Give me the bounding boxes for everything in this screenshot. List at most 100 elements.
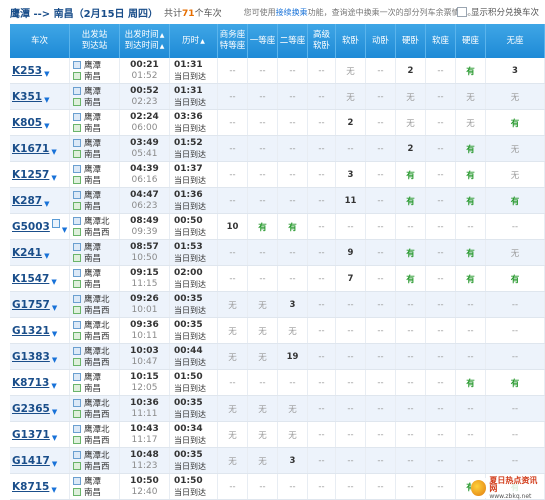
seat-soft-seat: -- xyxy=(426,266,456,291)
chevron-down-icon[interactable]: ▼ xyxy=(52,330,57,338)
train-number-link[interactable]: K1671 xyxy=(12,143,49,155)
destination-station-icon xyxy=(73,280,81,288)
table-row[interactable]: G1383 ▼ 鹰潭北 南昌西 10:03 10:47 00:44 当日到达无无 19 -- -- -… xyxy=(10,344,545,370)
table-row[interactable]: K351 ▼ 鹰潭 南昌 00:52 02:23 01:31 当日到达 -- -- -- -- 无 -- 无… xyxy=(10,84,545,110)
duration-value: 01:31 xyxy=(174,85,203,96)
seat-advanced-soft-sleeper: -- xyxy=(308,214,336,239)
table-row[interactable]: G1321 ▼ 鹰潭北 南昌西 09:36 10:11 00:35 当日到达无无无 -- -- --… xyxy=(10,318,545,344)
table-row[interactable]: K1671 ▼ 鹰潭 南昌 03:49 05:41 01:52 当日到达 -- -- -- -- -- -… xyxy=(10,136,545,162)
table-row[interactable]: K253 ▼ 鹰潭 南昌 00:21 01:52 01:31 当日到达 -- -- -- -- 无 -- 2… xyxy=(10,58,545,84)
train-number-link[interactable]: G1757 xyxy=(12,299,50,311)
chevron-down-icon[interactable]: ▼ xyxy=(52,356,57,364)
arrival-note: 当日到达 xyxy=(174,149,206,159)
seat-first-class: -- xyxy=(248,188,278,213)
chevron-down-icon[interactable]: ▼ xyxy=(44,96,49,104)
train-number-link[interactable]: G1321 xyxy=(12,325,50,337)
chevron-down-icon[interactable]: ▼ xyxy=(44,122,49,130)
arrival-note: 当日到达 xyxy=(174,253,206,263)
destination-station-icon xyxy=(73,306,81,314)
train-number-link[interactable]: K253 xyxy=(12,65,42,77)
duration-value: 00:34 xyxy=(174,423,203,434)
chevron-down-icon[interactable]: ▼ xyxy=(62,226,67,234)
seat-soft-seat: -- xyxy=(426,448,456,473)
seat-soft-sleeper: 9 xyxy=(336,240,366,265)
duration-cell: 01:31 当日到达 xyxy=(170,58,218,83)
seat-soft-seat: -- xyxy=(426,370,456,395)
train-number-link[interactable]: K1257 xyxy=(12,169,49,181)
transfer-tip: 您可使用接续换乘功能，查询途中换乘一次的部分列车余票情况。 xyxy=(243,7,476,17)
seat-first-class: 无 xyxy=(248,448,278,473)
departure-time: 10:48 xyxy=(130,449,159,460)
chevron-down-icon[interactable]: ▼ xyxy=(51,382,56,390)
seat-hard-sleeper: 有 xyxy=(396,162,426,187)
table-row[interactable]: G5003 ▼ 鹰潭北 南昌西 08:49 09:39 00:50 当日到达 10 有有 -- -- -… xyxy=(10,214,545,240)
train-number-link[interactable]: G5003 xyxy=(12,221,50,233)
times-cell: 08:57 10:50 xyxy=(120,240,170,265)
train-number-link[interactable]: K351 xyxy=(12,91,42,103)
table-row[interactable]: K287 ▼ 鹰潭 南昌 04:47 06:23 01:36 当日到达 -- -- -- -- 11 --… xyxy=(10,188,545,214)
table-row[interactable]: K805 ▼ 鹰潭 南昌 02:24 06:00 03:36 当日到达 -- -- -- -- 2 -- 无… xyxy=(10,110,545,136)
chevron-down-icon[interactable]: ▼ xyxy=(52,304,57,312)
seat-no-seat: 有 xyxy=(486,188,545,213)
table-row[interactable]: G1371 ▼ 鹰潭北 南昌西 10:43 11:17 00:34 当日到达无无无 -- -- --… xyxy=(10,422,545,448)
train-number-link[interactable]: K241 xyxy=(12,247,42,259)
table-row[interactable]: G2365 ▼ 鹰潭北 南昌西 10:36 11:11 00:35 当日到达无无无 -- -- --… xyxy=(10,396,545,422)
train-number-link[interactable]: G1371 xyxy=(12,429,50,441)
transfer-link[interactable]: 接续换乘 xyxy=(276,8,308,17)
chevron-down-icon[interactable]: ▼ xyxy=(51,148,56,156)
seat-bullet-sleeper: -- xyxy=(366,214,396,239)
points-toggle[interactable]: 显示积分兑换车次 xyxy=(456,6,539,18)
table-row[interactable]: K8715 ▼ 鹰潭 南昌 10:50 12:40 01:50 当日到达 -- -- -- -- -- -… xyxy=(10,474,545,500)
train-number-link[interactable]: G1417 xyxy=(12,455,50,467)
chevron-down-icon[interactable]: ▼ xyxy=(44,252,49,260)
origin-station-icon xyxy=(73,373,81,381)
chevron-down-icon[interactable]: ▼ xyxy=(52,460,57,468)
times-cell: 10:15 12:05 xyxy=(120,370,170,395)
seat-business: 10 xyxy=(218,214,248,239)
stations-cell: 鹰潭北 南昌西 xyxy=(70,344,120,369)
duration-cell: 01:37 当日到达 xyxy=(170,162,218,187)
arrival-note: 当日到达 xyxy=(174,123,206,133)
table-row[interactable]: G1757 ▼ 鹰潭北 南昌西 09:26 10:01 00:35 当日到达无无 3 -- -- --… xyxy=(10,292,545,318)
seat-soft-seat: -- xyxy=(426,240,456,265)
train-number-link[interactable]: K8715 xyxy=(12,481,49,493)
destination-station-icon xyxy=(73,384,81,392)
train-number-link[interactable]: K8713 xyxy=(12,377,49,389)
table-row[interactable]: G1417 ▼ 鹰潭北 南昌西 10:48 11:23 00:35 当日到达无无 3 -- -- --… xyxy=(10,448,545,474)
chevron-down-icon[interactable]: ▼ xyxy=(44,70,49,78)
chevron-down-icon[interactable]: ▼ xyxy=(52,408,57,416)
seat-no-seat: 无 xyxy=(486,162,545,187)
departure-time: 10:50 xyxy=(130,475,159,486)
seat-soft-sleeper: 2 xyxy=(336,110,366,135)
times-cell: 10:48 11:23 xyxy=(120,448,170,473)
train-number-link[interactable]: G2365 xyxy=(12,403,50,415)
chevron-down-icon[interactable]: ▼ xyxy=(44,200,49,208)
seat-second-class: -- xyxy=(278,370,308,395)
table-row[interactable]: K1257 ▼ 鹰潭 南昌 04:39 06:16 01:37 当日到达 -- -- -- -- 3 --… xyxy=(10,162,545,188)
points-checkbox[interactable] xyxy=(456,7,467,17)
seat-soft-seat: -- xyxy=(426,422,456,447)
train-number-link[interactable]: G1383 xyxy=(12,351,50,363)
table-row[interactable]: K1547 ▼ 鹰潭 南昌 09:15 11:15 02:00 当日到达 -- -- -- -- 7 --… xyxy=(10,266,545,292)
table-row[interactable]: K8713 ▼ 鹰潭 南昌 10:15 12:05 01:50 当日到达 -- -- -- -- -- -… xyxy=(10,370,545,396)
train-number-link[interactable]: K1547 xyxy=(12,273,49,285)
header-duration[interactable]: 历时▲ xyxy=(170,24,218,58)
times-cell: 00:21 01:52 xyxy=(120,58,170,83)
seat-advanced-soft-sleeper: -- xyxy=(308,240,336,265)
seat-second-class: 3 xyxy=(278,292,308,317)
duration-cell: 00:35 当日到达 xyxy=(170,448,218,473)
duration-value: 01:37 xyxy=(174,163,203,174)
duration-cell: 01:50 当日到达 xyxy=(170,370,218,395)
chevron-down-icon[interactable]: ▼ xyxy=(51,174,56,182)
train-number-link[interactable]: K805 xyxy=(12,117,42,129)
arrival-time: 01:52 xyxy=(131,70,158,81)
seat-soft-sleeper: 11 xyxy=(336,188,366,213)
times-cell: 03:49 05:41 xyxy=(120,136,170,161)
chevron-down-icon[interactable]: ▼ xyxy=(51,278,56,286)
table-row[interactable]: K241 ▼ 鹰潭 南昌 08:57 10:50 01:53 当日到达 -- -- -- -- 9 -- 有… xyxy=(10,240,545,266)
train-number-link[interactable]: K287 xyxy=(12,195,42,207)
header-times[interactable]: 出发时间▲ 到达时间▲ xyxy=(120,24,170,58)
chevron-down-icon[interactable]: ▼ xyxy=(51,486,56,494)
seat-soft-sleeper: -- xyxy=(336,370,366,395)
chevron-down-icon[interactable]: ▼ xyxy=(52,434,57,442)
